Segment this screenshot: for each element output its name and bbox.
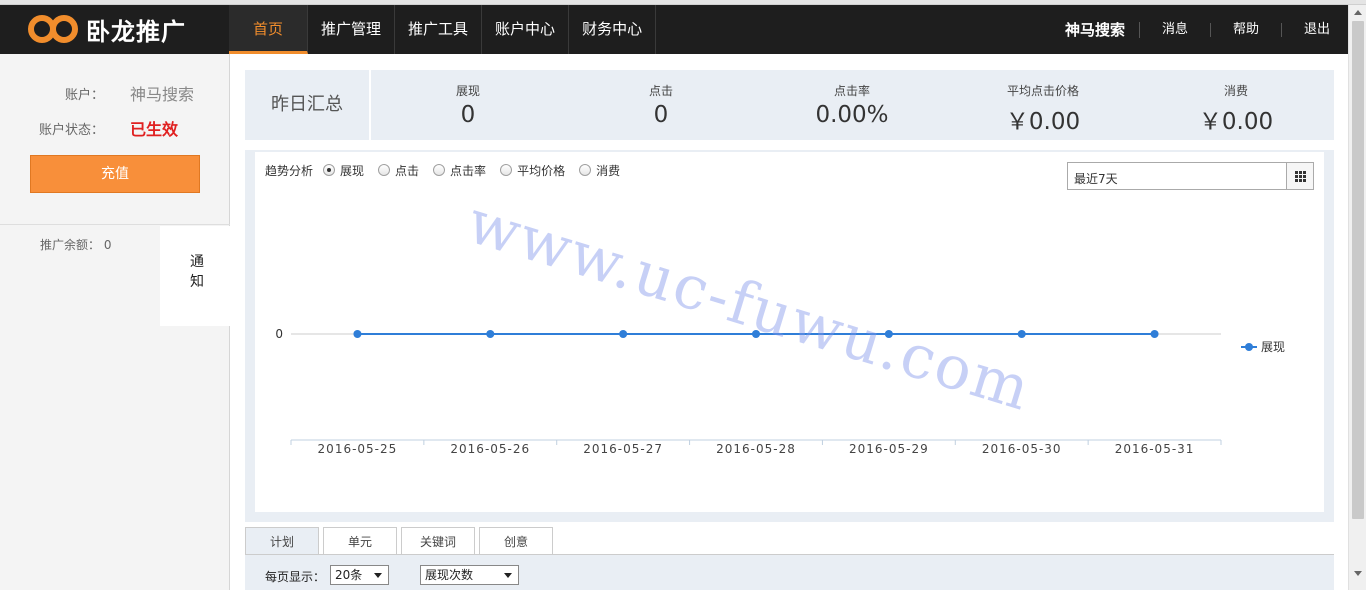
stat-label: 点击率 [833, 84, 870, 98]
account-value: 神马搜索 [130, 85, 195, 104]
tab-units[interactable]: 单元 [323, 527, 397, 556]
vertical-scrollbar[interactable] [1348, 5, 1366, 590]
per-page-value: 20条 [335, 568, 363, 582]
account-row: 账户： 神马搜索 [0, 81, 230, 105]
stat-value: 0.00% [815, 102, 889, 128]
data-point [1017, 330, 1026, 338]
tab-plans[interactable]: 计划 [245, 527, 319, 557]
stat-label: 点击 [648, 84, 673, 98]
notice-label[interactable]: 通知 [190, 252, 204, 292]
logo[interactable]: 卧龙推广 [28, 11, 186, 47]
recharge-button[interactable]: 充值 [30, 155, 200, 193]
logo-text: 卧龙推广 [86, 17, 186, 46]
nav-item-account-center[interactable]: 账户中心 [482, 5, 570, 54]
legend-marker [1245, 343, 1253, 351]
scroll-down-icon[interactable] [1354, 571, 1362, 576]
status-label: 账户状态： [38, 122, 104, 138]
stat-label: 消费 [1223, 84, 1248, 98]
sort-value: 展现次数 [425, 568, 474, 582]
x-tick-label: 2016-05-26 [450, 442, 530, 456]
data-point [619, 330, 628, 338]
tab-creatives[interactable]: 创意 [479, 527, 553, 556]
per-page-select[interactable]: 20条 [330, 565, 389, 585]
data-point [353, 330, 362, 338]
x-tick-label: 2016-05-29 [849, 442, 929, 456]
x-tick-label: 2016-05-25 [318, 442, 398, 456]
dropdown-arrow-icon [504, 573, 512, 578]
data-point [752, 330, 760, 338]
logout-link[interactable]: 退出 [1282, 22, 1348, 37]
sort-select[interactable]: 展现次数 [420, 565, 519, 585]
account-label: 账户： [64, 87, 104, 103]
nav-item-home[interactable]: 首页 [229, 5, 309, 54]
nav-item-finance-center[interactable]: 财务中心 [569, 5, 657, 54]
x-tick-label: 2016-05-27 [583, 442, 663, 456]
yesterday-summary: 昨日汇总 展现 0 点击 0 点击率 0.00% 平均点击价格 ￥0.00 消费… [245, 70, 1334, 140]
promotion-balance: 推广余额： 0 [40, 238, 112, 252]
data-point [1150, 330, 1159, 338]
trend-line-chart: 0 2016-05-25 2016-05-26 2016-05-27 2016-05-2… [275, 327, 1285, 456]
x-tick-label: 2016-05-31 [1115, 442, 1195, 456]
stat-label: 平均点击价格 [1006, 84, 1079, 98]
stat-ctr: 点击率 0.00% [757, 82, 947, 128]
stat-impressions: 展现 0 [373, 82, 563, 128]
status-value: 已生效 [130, 120, 179, 139]
stat-value: 0 [460, 102, 476, 128]
table-controls: 每页显示： 20条 展现次数 [245, 555, 1334, 590]
tab-keywords[interactable]: 关键词 [401, 527, 475, 556]
sidebar-divider [0, 224, 230, 225]
trend-panel: 趋势分析 展现 点击 点击率 平均价格 消费 最近7天 0 2016-05-25 2… [245, 150, 1334, 522]
sidebar: 账户： 神马搜索 账户状态： 已生效 充值 推广余额： 0 通知 [0, 54, 230, 590]
help-link[interactable]: 帮助 [1211, 22, 1282, 37]
messages-link[interactable]: 消息 [1140, 22, 1211, 37]
stat-clicks: 点击 0 [566, 82, 756, 128]
stat-label: 展现 [455, 84, 480, 98]
stat-value: 0 [653, 102, 669, 128]
header-right: 神马搜索 消息 帮助 退出 [1051, 5, 1348, 54]
data-point [884, 330, 893, 338]
main-nav: 首页 推广管理 推广工具 账户中心 财务中心 [229, 5, 657, 54]
logo-icon [28, 11, 80, 47]
x-tick-label: 2016-05-30 [982, 442, 1062, 456]
scrollbar-thumb[interactable] [1352, 21, 1364, 519]
stat-spend: 消费 ￥0.00 [1141, 82, 1331, 136]
x-tick-label: 2016-05-28 [716, 442, 796, 456]
per-page-label: 每页显示： [265, 570, 326, 584]
trend-chart-card: 趋势分析 展现 点击 点击率 平均价格 消费 最近7天 0 2016-05-25 2… [255, 152, 1324, 512]
data-tabs: 计划 单元 关键词 创意 [245, 527, 557, 557]
scroll-up-icon[interactable] [1354, 10, 1362, 15]
stat-value: ￥0.00 [1005, 109, 1081, 135]
summary-title: 昨日汇总 [245, 70, 371, 140]
nav-item-promotion-tools[interactable]: 推广工具 [395, 5, 483, 54]
legend-label: 展现 [1261, 340, 1285, 354]
y-tick-label: 0 [275, 327, 283, 341]
stat-avg-cpc: 平均点击价格 ￥0.00 [948, 82, 1138, 136]
stat-value: ￥0.00 [1198, 109, 1274, 135]
top-header: 卧龙推广 首页 推广管理 推广工具 账户中心 财务中心 神马搜索 消息 帮助 退… [0, 5, 1348, 54]
nav-item-promotion-management[interactable]: 推广管理 [308, 5, 396, 54]
status-row: 账户状态： 已生效 [0, 116, 230, 140]
dropdown-arrow-icon [374, 573, 382, 578]
data-point [486, 330, 495, 338]
header-brand: 神马搜索 [1051, 21, 1140, 38]
